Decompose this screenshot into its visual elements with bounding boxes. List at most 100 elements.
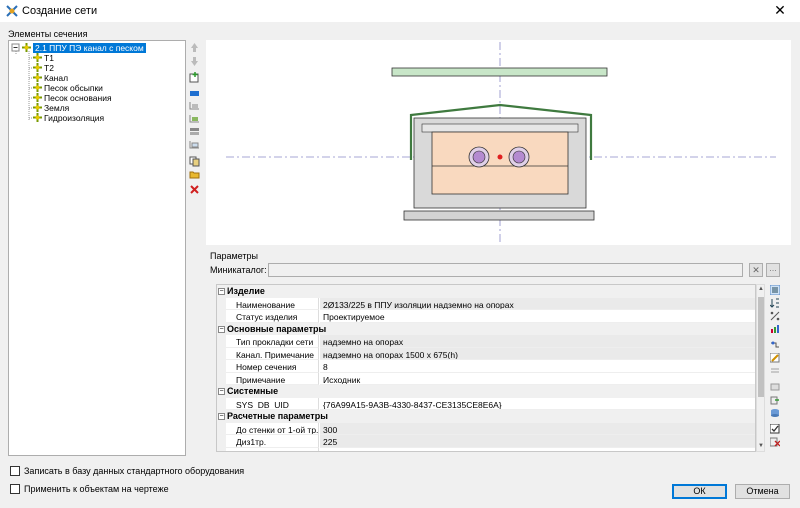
property-value[interactable]: {76A99A15-9A3B-4330-8437-CE3135CE8E6A} xyxy=(320,398,755,410)
tree-label: Элементы сечения xyxy=(8,29,88,39)
collapse-icon[interactable]: − xyxy=(218,325,225,333)
layer-green-icon[interactable] xyxy=(189,113,200,124)
chart-icon[interactable] xyxy=(770,324,780,334)
tree-item-t2[interactable]: T2 xyxy=(33,63,54,73)
tree-item-base-sand[interactable]: Песок основания xyxy=(33,93,112,103)
property-row[interactable]: DIST_TO_DIST_1_2...4... xyxy=(217,447,755,452)
section-element-icon xyxy=(33,63,42,72)
property-row[interactable]: Примечание Исходник xyxy=(217,372,755,385)
property-name: Диз1тр. xyxy=(226,435,319,448)
property-value[interactable]: 225 xyxy=(320,435,755,448)
checklist-icon[interactable] xyxy=(770,424,780,434)
property-name: Наименование xyxy=(226,297,319,310)
property-value[interactable]: Проектируемое xyxy=(320,310,755,323)
minicatalog-browse-button[interactable]: … xyxy=(766,263,780,277)
property-value[interactable]: 8 xyxy=(320,360,755,373)
link-icon[interactable] xyxy=(770,340,780,350)
tree-item-waterproofing[interactable]: Гидроизоляция xyxy=(33,113,105,123)
tree-item-channel[interactable]: Канал xyxy=(33,73,69,83)
row-gutter xyxy=(217,347,226,360)
export-icon[interactable] xyxy=(770,395,780,405)
tree-item-label: Гидроизоляция xyxy=(44,113,105,123)
property-category[interactable]: − Изделие xyxy=(217,285,755,298)
close-window-button[interactable]: ✕ xyxy=(760,0,800,22)
property-row[interactable]: Номер сечения 8 xyxy=(217,360,755,373)
collapse-icon[interactable]: − xyxy=(218,288,225,295)
layer-gray-icon[interactable] xyxy=(189,100,200,111)
copy-icon[interactable] xyxy=(189,156,200,167)
tree-root-item[interactable]: 2.1 ППУ ПЭ канал с песком xyxy=(22,43,146,53)
edit-icon[interactable] xyxy=(770,353,780,363)
property-value[interactable]: 2Ø133/225 в ППУ изоляции надземно на опо… xyxy=(320,297,755,310)
tree-item-backfill-sand[interactable]: Песок обсыпки xyxy=(33,83,103,93)
sort-az-icon[interactable] xyxy=(770,298,780,308)
collapse-icon[interactable]: − xyxy=(218,388,225,395)
property-row[interactable]: SYS_DB_UID {76A99A15-9A3B-4330-8437-CE313… xyxy=(217,397,755,410)
section-preview-canvas[interactable] xyxy=(206,40,791,245)
property-category[interactable]: − Системные xyxy=(217,385,755,398)
delete-icon[interactable] xyxy=(189,184,200,195)
property-value[interactable]: надземно на опорах xyxy=(320,335,755,348)
minicatalog-label: Миникаталог: xyxy=(210,265,267,275)
scroll-thumb[interactable] xyxy=(758,297,764,397)
category-title: Расчетные параметры xyxy=(227,411,328,421)
collapse-icon[interactable]: − xyxy=(218,413,225,420)
property-grid-scrollbar[interactable]: ▲ ▼ xyxy=(756,284,765,452)
property-value[interactable]: 4... xyxy=(320,448,755,452)
add-element-icon[interactable] xyxy=(189,72,200,83)
save-to-db-label: Записать в базу данных стандартного обор… xyxy=(24,466,245,476)
row-gutter xyxy=(217,447,226,451)
database-icon[interactable] xyxy=(770,408,780,418)
property-grid[interactable]: − Изделие Наименование 2Ø133/225 в ППУ изол… xyxy=(216,284,756,452)
folder-icon[interactable] xyxy=(189,169,200,180)
table-gray-icon[interactable] xyxy=(770,382,780,392)
layer-stack-icon[interactable] xyxy=(189,126,200,137)
property-row[interactable]: Статус изделия Проектируемое xyxy=(217,310,755,323)
property-name: Примечание xyxy=(226,372,319,385)
property-value[interactable]: 300 xyxy=(320,422,755,435)
section-tree[interactable]: 2.1 ППУ ПЭ канал с песком T1 T2 Канал Пе… xyxy=(8,40,186,456)
category-title: Системные xyxy=(227,386,279,396)
tree-item-t1[interactable]: T1 xyxy=(33,53,54,63)
property-value[interactable]: Исходник xyxy=(320,373,755,385)
tree-item-ground[interactable]: Земля xyxy=(33,103,69,113)
tree-item-label: Песок обсыпки xyxy=(44,83,103,93)
categorized-view-icon[interactable] xyxy=(770,285,780,295)
layer-blue-icon[interactable] xyxy=(189,88,200,99)
tree-item-label: T2 xyxy=(44,63,54,73)
row-gutter xyxy=(217,360,226,373)
scroll-up-icon[interactable]: ▲ xyxy=(757,285,765,294)
section-element-icon xyxy=(33,83,42,92)
property-row[interactable]: Тип прокладки сети надземно на опорах xyxy=(217,335,755,348)
percent-icon[interactable] xyxy=(770,311,780,321)
minicatalog-clear-button[interactable]: ✕ xyxy=(749,263,763,277)
property-value[interactable]: надземно на опорах 1500 x 675(h) xyxy=(320,347,755,360)
cancel-button[interactable]: Отмена xyxy=(735,484,790,499)
parameters-label: Параметры xyxy=(210,251,258,261)
tree-item-label: T1 xyxy=(44,53,54,63)
move-up-icon[interactable] xyxy=(189,42,200,53)
property-category[interactable]: − Расчетные параметры xyxy=(217,410,755,423)
save-to-db-checkbox[interactable] xyxy=(10,466,20,476)
tree-item-label: Канал xyxy=(44,73,69,83)
property-row[interactable]: Канал. Примечание надземно на опорах 1500… xyxy=(217,347,755,360)
property-name: DIST_TO_DIST_1_2... xyxy=(226,447,319,451)
property-name: SYS_DB_UID xyxy=(226,397,319,410)
tree-root-label: 2.1 ППУ ПЭ канал с песком xyxy=(33,43,146,53)
minicatalog-field[interactable] xyxy=(268,263,743,277)
property-row[interactable]: Диз1тр. 225 xyxy=(217,435,755,448)
lines-gray-icon[interactable] xyxy=(770,366,780,376)
delete-table-icon[interactable] xyxy=(770,437,780,447)
property-row[interactable]: До стенки от 1-ой тр... 300 xyxy=(217,422,755,435)
row-gutter xyxy=(217,422,226,435)
apply-to-drawing-checkbox[interactable] xyxy=(10,484,20,494)
move-down-icon[interactable] xyxy=(189,56,200,67)
property-category[interactable]: − Основные параметры xyxy=(217,322,755,335)
section-drawing xyxy=(226,42,776,244)
ok-button[interactable]: ОК xyxy=(672,484,727,499)
row-gutter xyxy=(217,310,226,323)
scroll-down-icon[interactable]: ▼ xyxy=(757,442,765,451)
title-bar: Создание сети ✕ xyxy=(0,0,800,22)
layer-outline-icon[interactable] xyxy=(189,139,200,150)
property-row[interactable]: Наименование 2Ø133/225 в ППУ изоляции над… xyxy=(217,297,755,310)
